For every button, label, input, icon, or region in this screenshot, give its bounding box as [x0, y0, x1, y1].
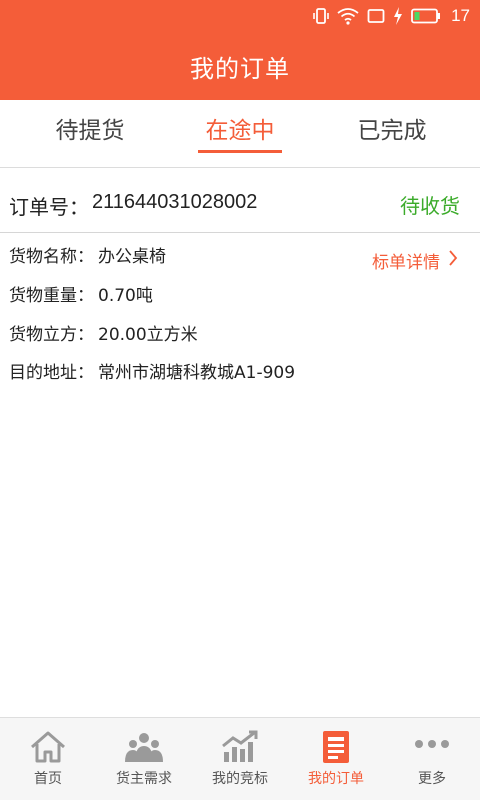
- screen-icon: [367, 8, 385, 24]
- status-bar: 17: [0, 0, 480, 32]
- nav-my-orders[interactable]: 我的订单: [288, 718, 384, 800]
- tab-in-transit[interactable]: 在途中: [160, 100, 320, 168]
- people-icon: [124, 730, 164, 764]
- order-status-badge: 待收货: [400, 194, 460, 218]
- tab-pending-pickup[interactable]: 待提货: [10, 100, 170, 168]
- page-title: 我的订单: [190, 55, 290, 83]
- cargo-name-label: 货物名称：: [9, 247, 94, 267]
- home-icon: [28, 730, 68, 764]
- order-number-label: 订单号：: [9, 195, 89, 219]
- bottom-navigation: 首页 货主需求 我的竞标 我的订单 更多: [0, 717, 480, 800]
- order-detail-link[interactable]: 标单详情: [372, 248, 458, 273]
- cargo-volume-row: 货物立方： 20.00立方米: [9, 320, 198, 346]
- nav-more-label: 更多: [418, 771, 446, 787]
- nav-home-label: 首页: [34, 771, 62, 787]
- nav-shipper-demand-label: 货主需求: [116, 771, 172, 787]
- chart-icon: [220, 730, 260, 764]
- order-detail-label: 标单详情: [372, 253, 440, 273]
- more-icon: [412, 730, 452, 764]
- order-tabs: 待提货 在途中 已完成: [0, 100, 480, 168]
- destination-label: 目的地址：: [9, 363, 94, 383]
- cargo-weight-row: 货物重量： 0.70吨: [9, 281, 153, 307]
- nav-more[interactable]: 更多: [384, 718, 480, 800]
- cargo-volume-label: 货物立方：: [9, 325, 94, 345]
- nav-my-bids[interactable]: 我的竞标: [192, 718, 288, 800]
- battery-icon: [411, 8, 441, 24]
- nav-my-orders-label: 我的订单: [308, 771, 364, 787]
- cargo-weight-label: 货物重量：: [9, 286, 94, 306]
- nav-home[interactable]: 首页: [0, 718, 96, 800]
- nav-shipper-demand[interactable]: 货主需求: [96, 718, 192, 800]
- vibrate-icon: [313, 7, 329, 25]
- active-tab-indicator: [198, 150, 282, 153]
- cargo-weight-value: 0.70吨: [98, 286, 153, 306]
- document-icon: [316, 730, 356, 764]
- order-header: 订单号： 211644031028002 待收货: [0, 169, 480, 233]
- destination-row: 目的地址： 常州市湖塘科教城A1-909: [9, 358, 295, 384]
- charging-icon: [393, 7, 403, 25]
- wifi-icon: [337, 7, 359, 25]
- tab-completed[interactable]: 已完成: [312, 100, 472, 168]
- status-time: 17: [451, 6, 470, 25]
- nav-my-bids-label: 我的竞标: [212, 771, 268, 787]
- order-number: 211644031028002: [92, 191, 258, 213]
- cargo-volume-value: 20.00立方米: [98, 325, 198, 345]
- cargo-name-row: 货物名称： 办公桌椅: [9, 242, 166, 268]
- chevron-right-icon: [448, 249, 458, 272]
- destination-value: 常州市湖塘科教城A1-909: [98, 363, 296, 383]
- cargo-name-value: 办公桌椅: [98, 247, 166, 267]
- app-header: 17 我的订单: [0, 0, 480, 100]
